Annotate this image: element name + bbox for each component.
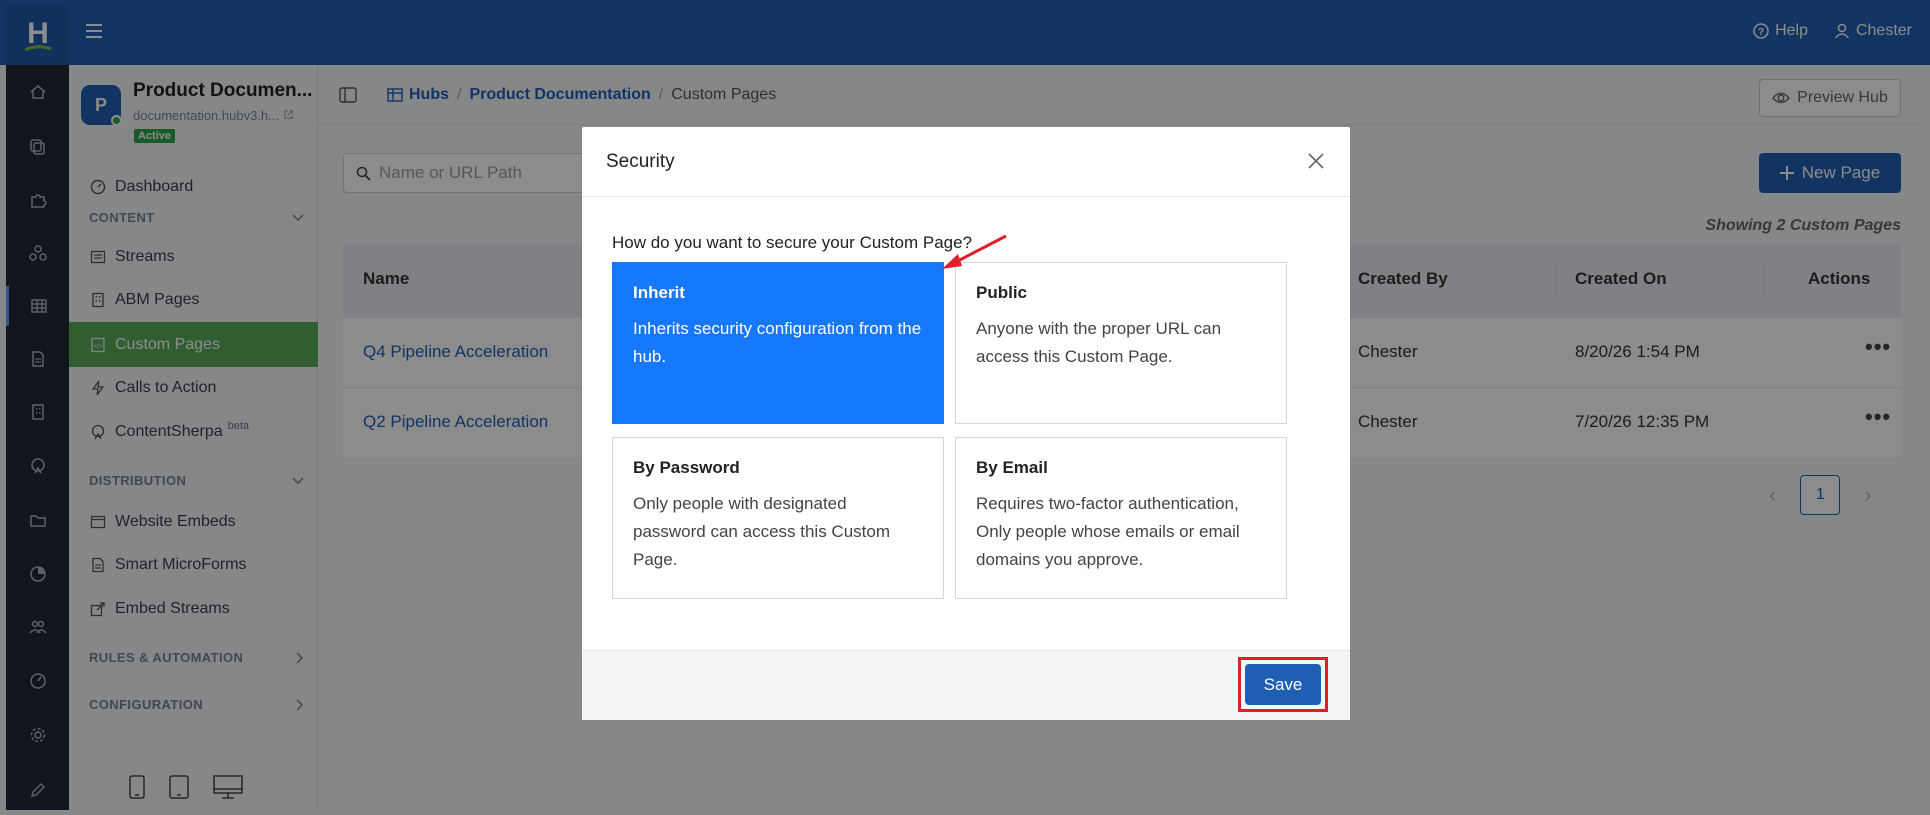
modal-header: Security <box>582 127 1350 197</box>
security-modal: Security How do you want to secure your … <box>582 127 1350 720</box>
option-description: Requires two-factor authentication, Only… <box>976 494 1240 569</box>
option-description: Inherits security configuration from the… <box>633 319 922 366</box>
security-option-by-email[interactable]: By Email Requires two-factor authenticat… <box>955 437 1287 599</box>
save-button[interactable]: Save <box>1245 664 1321 705</box>
option-title: Inherit <box>633 283 685 302</box>
modal-title: Security <box>606 151 675 172</box>
option-title: By Email <box>976 458 1048 477</box>
annotation-arrow <box>942 234 1007 269</box>
option-title: By Password <box>633 458 740 477</box>
option-description: Only people with designated password can… <box>633 494 890 569</box>
security-option-inherit[interactable]: Inherit Inherits security configuration … <box>612 262 944 424</box>
security-question: How do you want to secure your Custom Pa… <box>612 233 973 252</box>
security-option-public[interactable]: Public Anyone with the proper URL can ac… <box>955 262 1287 424</box>
close-icon[interactable] <box>1306 151 1326 171</box>
option-description: Anyone with the proper URL can access th… <box>976 319 1222 366</box>
modal-footer <box>582 650 1350 720</box>
option-title: Public <box>976 283 1028 302</box>
security-option-by-password[interactable]: By Password Only people with designated … <box>612 437 944 599</box>
